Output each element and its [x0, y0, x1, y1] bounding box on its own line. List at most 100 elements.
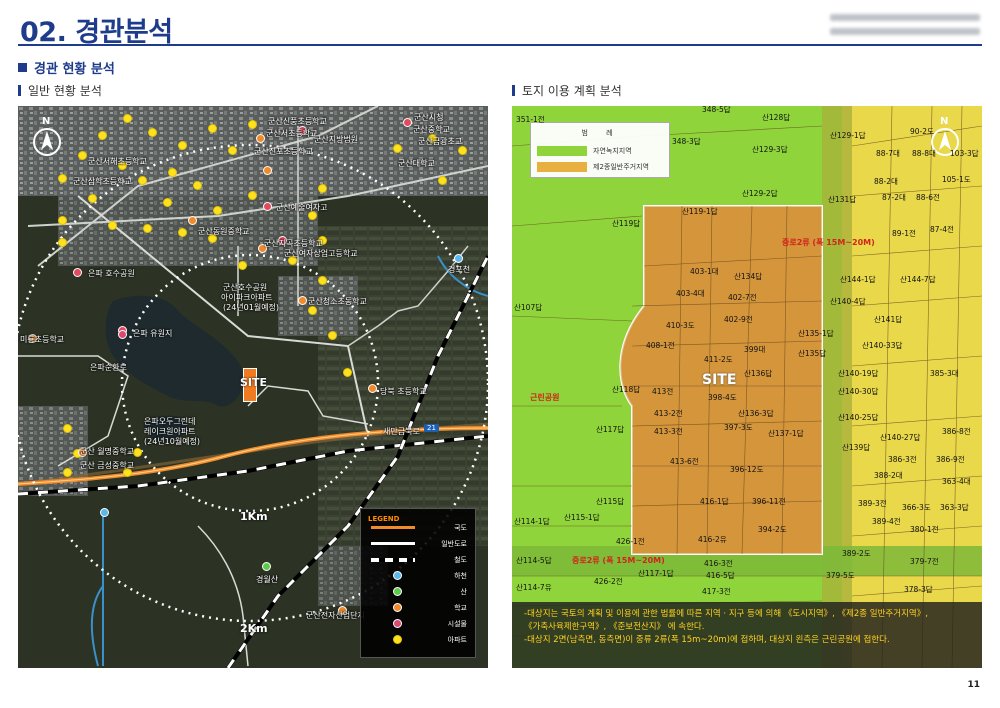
apartment-dot — [123, 114, 132, 123]
caption-bar-icon — [512, 85, 515, 96]
parcel-label: 103-3답 — [950, 149, 979, 158]
apartment-dot — [63, 468, 72, 477]
place-label: 군산동원중학교 — [198, 227, 250, 236]
parcel-label: 산129-3답 — [752, 145, 788, 154]
parcel-label: 366-3도 — [902, 503, 931, 512]
road-label-east: 중로2류 (폭 15M~20M) — [782, 238, 875, 247]
green-swatch-icon — [537, 146, 587, 156]
legend-row: 학교 — [361, 599, 477, 615]
parcel-label: 399대 — [744, 345, 766, 354]
place-label: 군산지방법원 — [314, 135, 359, 144]
park-label: 근린공원 — [530, 393, 560, 402]
parcel-label: 348-5답 — [702, 106, 731, 114]
parcel-label: 산135-1답 — [798, 329, 834, 338]
landuse-map: 범 례 자연녹지지역 제2종일반주거지역 N SITE 중로2류 (폭 15M~… — [512, 106, 982, 668]
parcel-label: 산140-30답 — [838, 387, 879, 396]
parcel-label: 351-1전 — [516, 115, 545, 124]
apartment-dot — [318, 276, 327, 285]
apartment-dot — [133, 448, 142, 457]
parcel-label: 416-5답 — [706, 571, 735, 580]
place-label: 군산중학교 — [413, 125, 450, 134]
parcel-label: 87-4전 — [930, 225, 954, 234]
legend-row: 일반도로 — [361, 535, 477, 551]
parcel-label: 산140-4답 — [830, 297, 866, 306]
parcel-label: 416-1답 — [700, 497, 729, 506]
legend-row: 산 — [361, 583, 477, 599]
note-line: -대상지 2면(남측면, 동측면)이 중류 2류(폭 15m~20m)에 접하며… — [524, 635, 890, 645]
place-label: 군산진포초등학교 — [254, 147, 313, 156]
apartment-dot — [213, 206, 222, 215]
school-dot — [263, 166, 272, 175]
parcel-label: 산140-25답 — [838, 413, 879, 422]
legend-row: 하천 — [361, 567, 477, 583]
legend-row: 아파트 — [361, 631, 477, 647]
distance-label-2km: 2Km — [240, 622, 268, 635]
facility-dot — [263, 202, 272, 211]
apartment-dot — [393, 144, 402, 153]
blue-dot-icon — [393, 571, 402, 580]
white-line-icon — [371, 542, 415, 545]
parcel-label: 403-1대 — [690, 267, 719, 276]
parcel-label: 402-7전 — [728, 293, 757, 302]
right-caption: 토지 이용 계획 분석 — [512, 82, 622, 99]
note-line: -대상지는 국토의 계획 및 이용에 관한 법률에 따른 지역 · 지구 등에 … — [524, 609, 928, 619]
parcel-label: 산117-1답 — [638, 569, 674, 578]
satellite-map: N 군산신풍초등학교 군산서초등학교 군산지방법원 군산시청 군산진포초등학교 … — [18, 106, 488, 668]
place-label: 미룡초등학교 — [20, 335, 65, 344]
rail-line-icon — [371, 558, 415, 562]
apartment-dot — [458, 146, 467, 155]
place-label: 군산청소초등학교 — [308, 297, 367, 306]
parcel-label: 396-12도 — [730, 465, 764, 474]
place-label: 군산예술여자고 — [276, 203, 328, 212]
apartment-dot — [248, 120, 257, 129]
right-caption-text: 토지 이용 계획 분석 — [522, 84, 622, 98]
note-line: 《가축사육제한구역》, 《준보전산지》 에 속한다. — [524, 622, 705, 632]
site-label: SITE — [702, 372, 737, 388]
apartment-dot — [143, 224, 152, 233]
landuse-legend-row: 제2종일반주거지역 — [537, 161, 665, 173]
parcel-label: 389-4전 — [872, 517, 901, 526]
place-label: 군산신풍초등학교 — [268, 117, 327, 126]
parcel-label: 385-3대 — [930, 369, 959, 378]
place-label: 군산서초등학교 — [266, 129, 318, 138]
parcel-label: 379-7전 — [910, 557, 939, 566]
landuse-legend: 범 례 자연녹지지역 제2종일반주거지역 — [530, 122, 670, 178]
north-arrow-icon: N — [32, 116, 62, 158]
parcel-label: 산144-1답 — [840, 275, 876, 284]
parcel-label: 413-3전 — [654, 427, 683, 436]
parcel-label: 88-2대 — [874, 177, 898, 186]
parcel-label: 산117답 — [596, 425, 625, 434]
parcel-label: 산115-1답 — [564, 513, 600, 522]
apartment-dot — [178, 141, 187, 150]
mountain-dot — [262, 562, 271, 571]
place-label: 군산시청 — [414, 113, 444, 122]
parcel-label: 378-3답 — [904, 585, 933, 594]
left-caption-text: 일반 현황 분석 — [28, 84, 102, 98]
analysis-note: -대상지는 국토의 계획 및 이용에 관한 법률에 따른 지역 · 지구 등에 … — [512, 602, 982, 668]
apartment-dot — [343, 368, 352, 377]
river-dot — [100, 508, 109, 517]
parcel-label: 88-8대 — [912, 149, 936, 158]
distance-label-1km: 1Km — [240, 510, 268, 523]
road-number-badge: 21 — [424, 424, 439, 432]
apartment-dot — [138, 176, 147, 185]
landuse-legend-title: 범 례 — [581, 129, 621, 137]
section-heading: 경관 현황 분석 — [18, 58, 115, 77]
yellow-dot-icon — [393, 635, 402, 644]
parcel-label: 411-2도 — [704, 355, 733, 364]
place-label: 경월산 — [256, 575, 279, 584]
north-label: N — [42, 116, 51, 127]
school-dot — [368, 384, 377, 393]
apartment-dot — [208, 124, 217, 133]
parcel-label: 산140-19답 — [838, 369, 879, 378]
place-label: (24년10월예정) — [144, 437, 201, 446]
facility-dot — [118, 330, 127, 339]
parcel-label: 89-1전 — [892, 229, 916, 238]
parcel-label: 산139답 — [842, 443, 871, 452]
section-square-icon — [18, 63, 27, 72]
legend-row: 국도 — [361, 519, 477, 535]
facility-dot — [403, 118, 412, 127]
road-label: 새만금북로 — [383, 427, 420, 436]
parcel-label: 403-4대 — [676, 289, 705, 298]
place-label: 군산여자상업고등학교 — [284, 249, 358, 258]
